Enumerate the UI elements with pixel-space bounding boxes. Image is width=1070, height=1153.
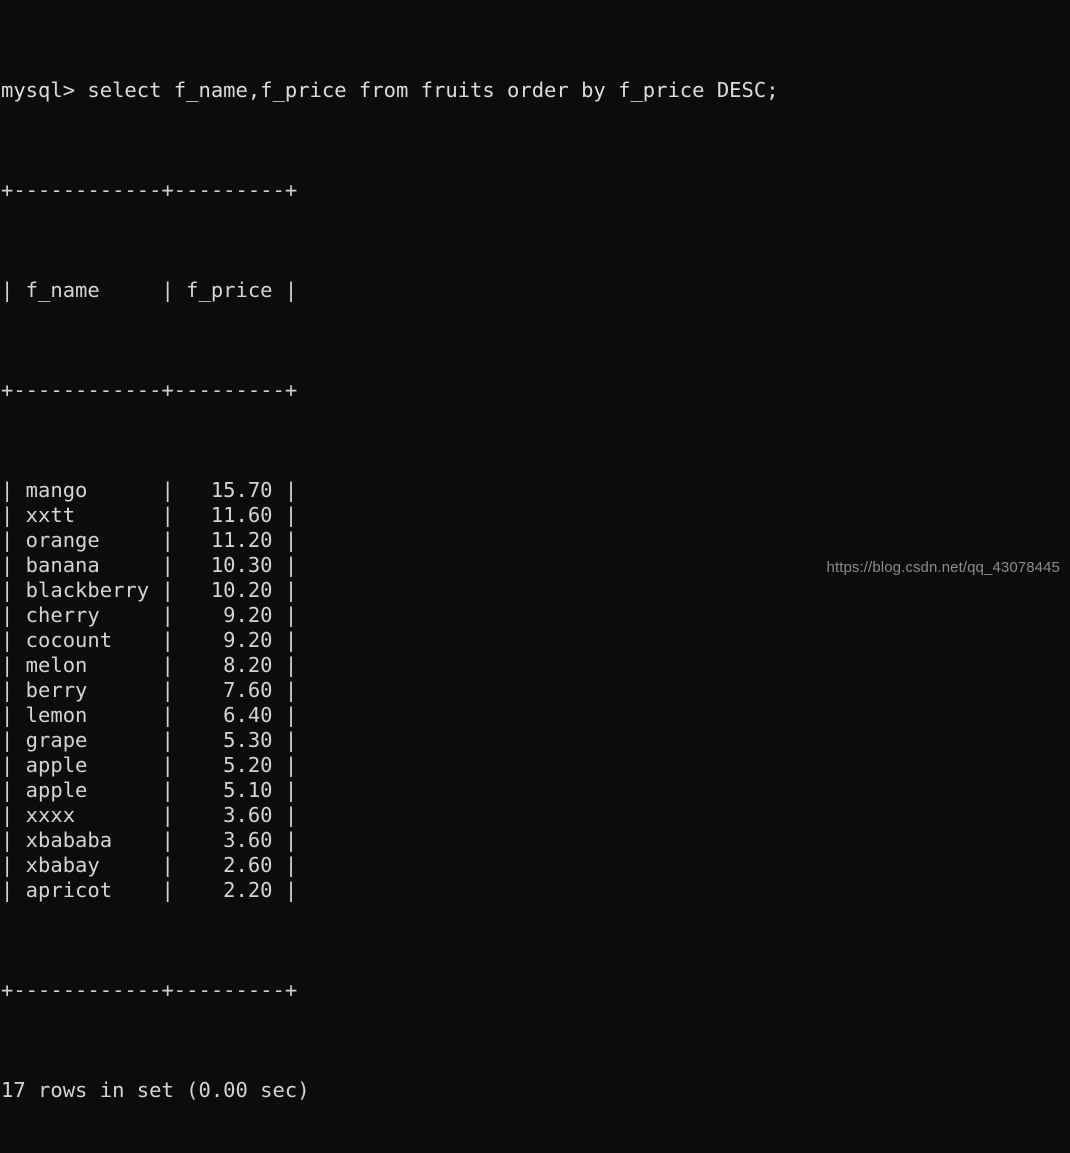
table-row: | berry | 7.60 | — [1, 678, 298, 702]
table-row: | mango | 15.70 | — [1, 478, 298, 502]
table-top-border: +------------+---------+ — [1, 178, 298, 202]
result-status-line: 17 rows in set (0.00 sec) — [1, 1078, 310, 1102]
table-row: | grape | 5.30 | — [1, 728, 298, 752]
terminal-window[interactable]: mysql> select f_name,f_price from fruits… — [0, 0, 1070, 1102]
table-row: | cocount | 9.20 | — [1, 628, 298, 652]
table-row: | apple | 5.20 | — [1, 753, 298, 777]
table-row: | xxtt | 11.60 | — [1, 503, 298, 527]
table-row: | xxxx | 3.60 | — [1, 803, 298, 827]
table-row: | melon | 8.20 | — [1, 653, 298, 677]
table-header-separator: +------------+---------+ — [1, 378, 298, 402]
table-row: | apple | 5.10 | — [1, 778, 298, 802]
table-body: | mango | 15.70 | | xxtt | 11.60 | | orang… — [0, 478, 1070, 903]
table-row: | orange | 11.20 | — [1, 528, 298, 552]
table-header-row: | f_name | f_price | — [1, 278, 298, 302]
table-row: | apricot | 2.20 | — [1, 878, 298, 902]
table-row: | blackberry | 10.20 | — [1, 578, 298, 602]
table-row: | cherry | 9.20 | — [1, 603, 298, 627]
table-bottom-border: +------------+---------+ — [1, 978, 298, 1002]
command-prompt-line: mysql> select f_name,f_price from fruits… — [1, 78, 779, 102]
watermark-url: https://blog.csdn.net/qq_43078445 — [826, 559, 1060, 576]
table-row: | xbababa | 3.60 | — [1, 828, 298, 852]
table-row: | xbabay | 2.60 | — [1, 853, 298, 877]
table-row: | lemon | 6.40 | — [1, 703, 298, 727]
